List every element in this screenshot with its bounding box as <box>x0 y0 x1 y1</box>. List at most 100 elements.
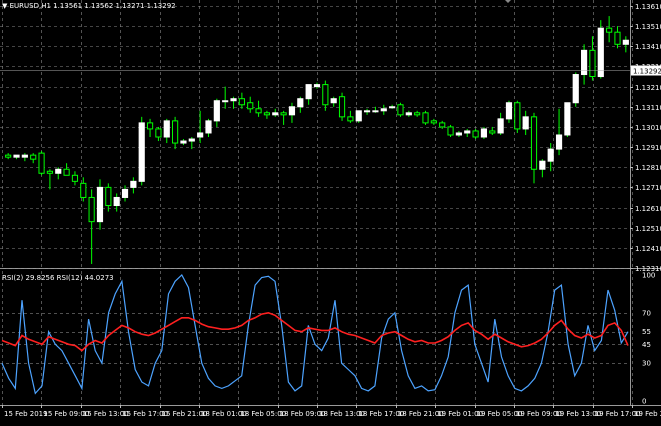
candle-body <box>322 84 329 106</box>
candle-body <box>80 182 87 198</box>
candle-body <box>522 116 529 130</box>
y-tick-label: 1.12810 <box>635 164 661 172</box>
candle-body <box>130 180 137 188</box>
candle-body <box>530 116 538 170</box>
candle-body <box>222 100 229 103</box>
candle-body <box>547 148 554 162</box>
x-tick-label: 15 Feb 2019 <box>4 410 48 418</box>
y-tick-label: 1.12510 <box>635 225 661 233</box>
candle-body <box>430 120 437 124</box>
y-tick-label: 1.12410 <box>635 245 661 253</box>
candle-body <box>230 98 237 102</box>
y-tick-label: 1.13510 <box>635 23 661 31</box>
current-price-label: 1.13292 <box>633 68 661 76</box>
candle-body <box>597 27 604 78</box>
rsi-title: RSI(2) 29.8256 RSI(12) 44.0273 <box>2 274 114 282</box>
candle-body <box>338 96 346 118</box>
candle-body <box>180 140 187 144</box>
x-tick-label: 19 Feb 21:00 <box>634 410 661 418</box>
candle-body <box>397 104 404 116</box>
candle-body <box>113 196 120 207</box>
candle-body <box>355 110 362 122</box>
candle-body <box>363 110 371 113</box>
y-tick-label: 1.12710 <box>635 184 661 192</box>
candle-body <box>447 126 454 136</box>
candle-body <box>163 120 170 138</box>
candle-body <box>389 106 396 109</box>
candle-body <box>88 196 95 223</box>
symbol-header: ▼ EURUSD,H1 1.13561 1.13562 1.13271 1.13… <box>2 2 176 10</box>
rsi-tick-label: 30 <box>642 360 651 368</box>
y-tick-label: 1.12910 <box>635 144 661 152</box>
candle-body <box>272 112 279 116</box>
candle-body <box>380 108 387 112</box>
candle-body <box>138 122 145 182</box>
candle-body <box>30 154 37 160</box>
y-tick-label: 1.13010 <box>635 124 661 132</box>
candle-body <box>505 102 513 120</box>
candle-body <box>255 108 262 114</box>
candle-body <box>606 27 613 33</box>
candle-body <box>614 31 621 45</box>
candle-body <box>622 39 629 45</box>
candle-body <box>238 98 245 106</box>
candle-body <box>146 122 154 130</box>
collapse-arrow-icon[interactable]: ▼ <box>2 2 7 10</box>
candle-body <box>96 186 104 223</box>
candle-body <box>581 49 588 76</box>
candle-body <box>5 154 12 158</box>
candle-body <box>539 160 546 170</box>
candle-body <box>63 168 70 176</box>
candle-body <box>405 112 412 116</box>
candle-body <box>55 168 62 174</box>
candle-body <box>330 98 337 104</box>
candle-body <box>21 154 28 158</box>
candle-body <box>105 186 112 207</box>
candle-body <box>313 84 321 88</box>
candle-body <box>188 138 195 142</box>
candle-body <box>514 102 521 130</box>
candle-body <box>38 152 45 174</box>
candle-body <box>439 122 446 128</box>
rsi-tick-label: 100 <box>642 272 655 280</box>
candle-body <box>13 154 20 158</box>
candle-body <box>555 134 563 150</box>
chart-root: 1.136101.135101.134101.133101.132101.131… <box>0 0 661 422</box>
y-tick-label: 1.13610 <box>635 3 661 11</box>
candle-body <box>480 128 488 138</box>
candle-body <box>572 74 579 104</box>
candle-body <box>414 112 421 116</box>
candlestick-chart: 1.136101.135101.134101.133101.132101.131… <box>0 0 661 418</box>
candle-body <box>422 112 429 124</box>
candle-body <box>121 188 129 198</box>
candle-body <box>372 110 379 113</box>
candle-body <box>205 120 212 134</box>
candle-body <box>297 98 304 108</box>
chart-title: EURUSD,H1 1.13561 1.13562 1.13271 1.1329… <box>9 2 176 10</box>
candle-body <box>172 120 179 144</box>
candle-body <box>472 130 479 138</box>
candle-body <box>247 102 254 110</box>
candle-body <box>155 128 162 138</box>
candle-body <box>213 100 220 122</box>
rsi-tick-label: 0 <box>642 398 646 406</box>
candle-body <box>288 106 296 116</box>
candle-body <box>71 174 79 182</box>
rsi-tick-label: 55 <box>642 328 651 336</box>
candle-body <box>197 132 204 138</box>
candle-body <box>305 84 312 100</box>
rsi-tick-label: 45 <box>642 341 651 349</box>
y-tick-label: 1.13110 <box>635 104 661 112</box>
rsi-tick-label: 70 <box>642 309 651 317</box>
candle-body <box>280 112 287 116</box>
candle-body <box>347 116 354 122</box>
shift-marker-icon <box>505 0 511 3</box>
rsi-fast-line <box>1 274 629 395</box>
y-tick-label: 1.13210 <box>635 84 661 92</box>
candle-body <box>497 118 504 134</box>
candle-body <box>46 170 53 174</box>
candle-body <box>464 130 471 134</box>
candle-body <box>564 102 571 136</box>
y-tick-label: 1.12610 <box>635 205 661 213</box>
candle-body <box>589 49 596 78</box>
